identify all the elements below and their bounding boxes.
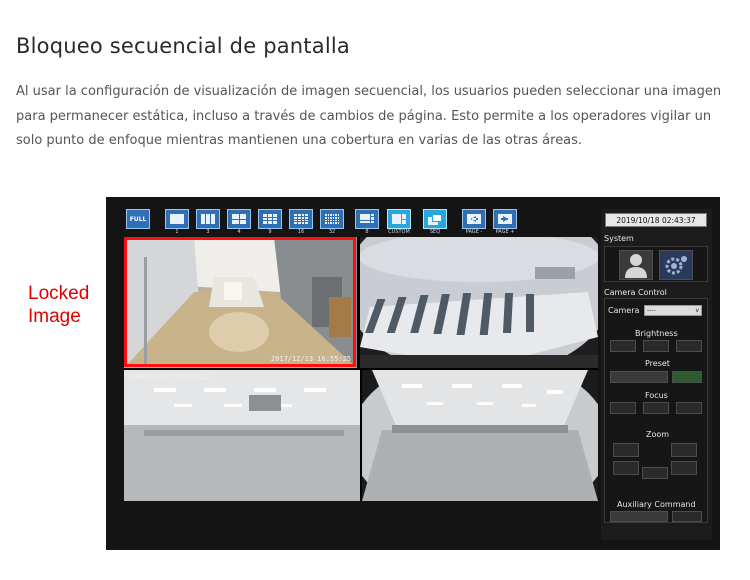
camera-view-2[interactable] [360, 237, 598, 368]
layout-1-icon [170, 214, 184, 224]
camera-view-4[interactable] [362, 370, 598, 501]
layout-16-icon [294, 214, 308, 224]
layout-32-button[interactable] [320, 209, 344, 229]
camera-3-timestamp: 2000/01/01 05:46:22 [130, 373, 211, 381]
system-box [604, 246, 708, 282]
pan-left-button[interactable] [613, 461, 639, 475]
focus-near-button[interactable] [610, 402, 636, 414]
layout-4-label: 4 [237, 229, 241, 235]
sequence-button[interactable] [423, 209, 447, 229]
layout-1-label: 1 [175, 229, 179, 235]
layout-16-button[interactable] [289, 209, 313, 229]
pan-right-button[interactable] [671, 461, 697, 475]
layout-4-button[interactable] [227, 209, 251, 229]
office-image-1 [124, 370, 360, 501]
layout-3-label: 3 [206, 229, 210, 235]
preset-go-button[interactable] [672, 371, 702, 383]
datetime-display: 2019/10/18 02:43:37 [605, 213, 707, 227]
layout-32-label: 32 [328, 229, 336, 235]
camera-control-label: Camera Control [604, 288, 667, 297]
layout-3-icon [201, 214, 215, 224]
page-next-label: PAGE + [495, 229, 515, 235]
layout-1-button[interactable] [165, 209, 189, 229]
settings-button[interactable] [659, 250, 693, 280]
zoom-label: Zoom [646, 430, 670, 439]
layout-9-button[interactable] [258, 209, 282, 229]
page-next-button[interactable] [493, 209, 517, 229]
chevron-down-icon: v [695, 307, 699, 314]
sequence-icon [428, 213, 442, 225]
system-label: System [604, 234, 634, 243]
arrow-left-icon [467, 214, 481, 224]
zoom-in-button[interactable] [671, 443, 697, 457]
user-button[interactable] [619, 250, 653, 280]
focus-label: Focus [645, 391, 668, 400]
page-description: Al usar la configuración de visualizació… [16, 84, 722, 148]
layout-8-label: 8 [365, 229, 369, 235]
camera-grid: 2017/12/13 16:55:25 2000/01/01 05:46:22 [124, 237, 598, 501]
brightness-down-button[interactable] [610, 340, 636, 352]
camera-select-label: Camera [608, 306, 640, 315]
layout-4-icon [232, 214, 246, 224]
arrow-right-icon [498, 214, 512, 224]
focus-auto-button[interactable] [643, 402, 669, 414]
layout-8-icon [360, 214, 374, 224]
layout-3-button[interactable] [196, 209, 220, 229]
locked-caption-line-2: Image [28, 306, 81, 327]
custom-layout-label: CUSTOM [388, 229, 410, 235]
custom-layout-button[interactable] [387, 209, 411, 229]
page-title: Bloqueo secuencial de pantalla [16, 34, 350, 58]
brightness-label: Brightness [635, 329, 678, 338]
control-panel: 2019/10/18 02:43:37 System Camera Contro… [601, 209, 712, 540]
aux-command-select[interactable] [610, 511, 668, 522]
aux-command-send-button[interactable] [672, 511, 702, 522]
camera-select-value: ---- [647, 307, 656, 314]
focus-far-button[interactable] [676, 402, 702, 414]
layout-16-label: 16 [297, 229, 305, 235]
page-prev-label: PAGE - [465, 229, 483, 235]
zoom-out-button[interactable] [613, 443, 639, 457]
gear-icon [665, 256, 687, 275]
layout-9-icon [263, 214, 277, 224]
locked-caption-line-1: Locked [28, 283, 90, 304]
brightness-reset-button[interactable] [643, 340, 669, 352]
camera-select[interactable]: ---- v [644, 305, 702, 316]
preset-label: Preset [645, 359, 670, 368]
full-screen-button[interactable]: FULL [126, 209, 150, 229]
locked-view-highlight [124, 237, 356, 367]
camera-view-3[interactable]: 2000/01/01 05:46:22 [124, 370, 360, 501]
layout-9-label: 9 [268, 229, 272, 235]
custom-layout-icon [392, 214, 406, 224]
office-image-2 [362, 370, 598, 501]
sequence-label: SEQ [429, 229, 441, 235]
solar-field-image [360, 237, 598, 368]
pan-home-button[interactable] [642, 467, 668, 479]
locked-image-caption: Locked Image [28, 282, 89, 328]
vms-screenshot: FULL 1 3 4 9 16 32 8 CUSTOM SEQ PAGE - P… [106, 197, 720, 550]
page-prev-button[interactable] [462, 209, 486, 229]
layout-32-icon [325, 214, 339, 224]
layout-8-button[interactable] [355, 209, 379, 229]
preset-select[interactable] [610, 371, 668, 383]
user-icon [625, 254, 647, 278]
aux-command-label: Auxiliary Command [617, 500, 696, 509]
brightness-up-button[interactable] [676, 340, 702, 352]
